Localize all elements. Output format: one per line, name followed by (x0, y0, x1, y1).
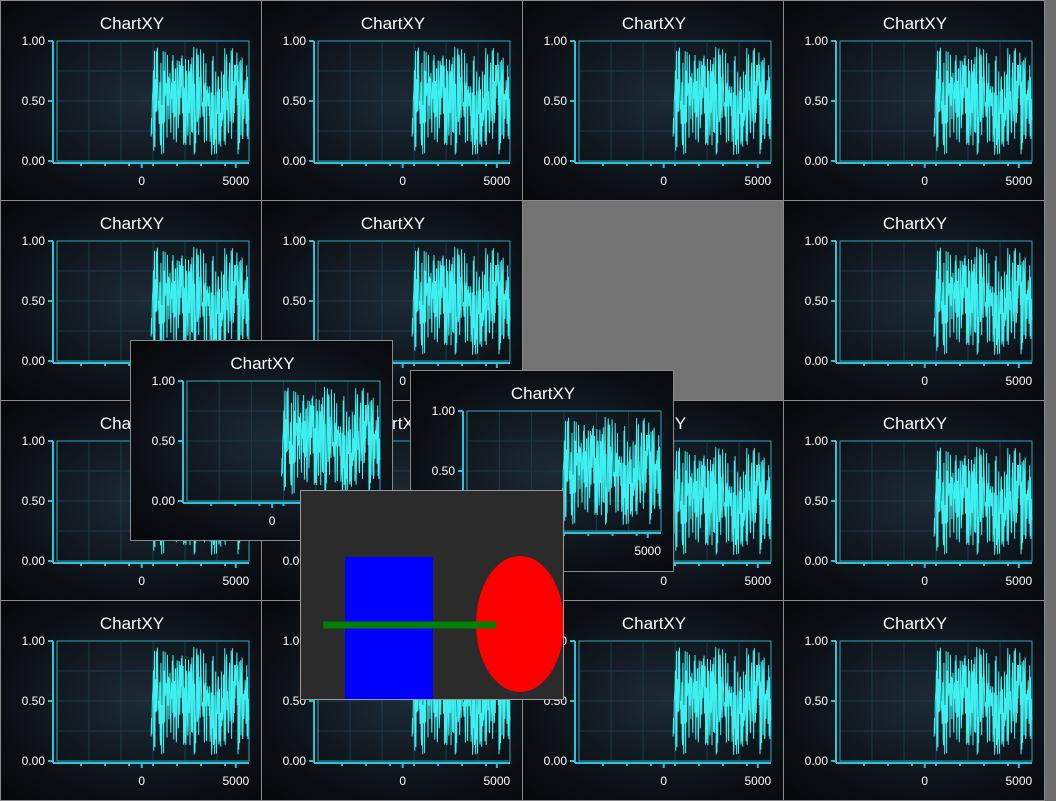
x-tick-label: 0 (399, 174, 406, 188)
chart-svg: ChartXY 0.00 0.50 1.00 0 5000 (805, 614, 1033, 788)
y-tick-label: 1.00 (283, 34, 307, 48)
y-tick-label: 0.50 (22, 294, 46, 308)
shapes-window[interactable] (300, 490, 564, 700)
chart-panel-r1-c3[interactable]: ChartXY 0.00 0.50 1.00 0 5000 (783, 200, 1045, 401)
chart-svg: ChartXY 0.00 0.50 1.00 0 5000 (22, 14, 250, 188)
x-tick-label: 5000 (744, 774, 771, 788)
y-tick-label: 1.00 (805, 434, 829, 448)
x-tick-label: 5000 (1005, 374, 1032, 388)
y-tick-label: 0.50 (544, 94, 568, 108)
y-tick-label: 0.00 (22, 154, 46, 168)
x-tick-label: 0 (921, 774, 928, 788)
chart-svg: ChartXY 0.00 0.50 1.00 0 5000 (283, 14, 511, 188)
x-tick-label: 0 (921, 374, 928, 388)
chart-title: ChartXY (883, 614, 947, 633)
y-tick-label: 0.00 (152, 494, 176, 508)
chart-svg: ChartXY 0.00 0.50 1.00 0 5000 (805, 214, 1033, 388)
y-tick-label: 1.00 (432, 404, 456, 418)
chart-title: ChartXY (100, 614, 164, 633)
x-tick-label: 5000 (744, 574, 771, 588)
y-tick-label: 1.00 (544, 34, 568, 48)
x-tick-label: 0 (921, 174, 928, 188)
y-tick-label: 0.00 (22, 354, 46, 368)
y-tick-label: 0.00 (805, 554, 829, 568)
y-tick-label: 1.00 (805, 234, 829, 248)
y-tick-label: 1.00 (22, 434, 46, 448)
x-tick-label: 5000 (222, 774, 249, 788)
chart-panel-r0-c1[interactable]: ChartXY 0.00 0.50 1.00 0 5000 (261, 0, 523, 201)
y-tick-label: 1.00 (283, 234, 307, 248)
x-tick-label: 0 (399, 374, 406, 388)
x-tick-label: 0 (660, 774, 667, 788)
chart-panel-r2-c3[interactable]: ChartXY 0.00 0.50 1.00 0 5000 (783, 400, 1045, 601)
y-tick-label: 0.00 (22, 754, 46, 768)
y-tick-label: 0.50 (22, 494, 46, 508)
chart-title: ChartXY (511, 384, 575, 403)
chart-title: ChartXY (883, 14, 947, 33)
y-tick-label: 0.00 (805, 754, 829, 768)
x-tick-label: 0 (660, 574, 667, 588)
y-tick-label: 0.00 (805, 154, 829, 168)
x-tick-label: 5000 (222, 574, 249, 588)
y-tick-label: 1.00 (22, 34, 46, 48)
chart-title: ChartXY (361, 214, 425, 233)
x-tick-label: 5000 (483, 774, 510, 788)
y-tick-label: 0.00 (544, 754, 568, 768)
y-tick-label: 0.50 (152, 434, 176, 448)
y-tick-label: 1.00 (22, 634, 46, 648)
y-tick-label: 0.50 (805, 294, 829, 308)
y-tick-label: 1.00 (152, 374, 176, 388)
chart-title: ChartXY (622, 614, 686, 633)
chart-title: ChartXY (100, 14, 164, 33)
x-tick-label: 0 (138, 774, 145, 788)
y-tick-label: 0.00 (805, 354, 829, 368)
x-tick-label: 0 (660, 174, 667, 188)
y-tick-label: 0.50 (283, 94, 307, 108)
chart-panel-r0-c2[interactable]: ChartXY 0.00 0.50 1.00 0 5000 (522, 0, 784, 201)
x-tick-label: 5000 (634, 544, 661, 558)
x-tick-label: 5000 (1005, 774, 1032, 788)
y-tick-label: 0.50 (432, 464, 456, 478)
chart-panel-r0-c3[interactable]: ChartXY 0.00 0.50 1.00 0 5000 (783, 0, 1045, 201)
x-tick-label: 5000 (222, 174, 249, 188)
y-tick-label: 0.00 (22, 554, 46, 568)
y-tick-label: 0.50 (22, 694, 46, 708)
x-tick-label: 5000 (483, 174, 510, 188)
y-tick-label: 1.00 (805, 634, 829, 648)
x-tick-label: 0 (921, 574, 928, 588)
y-tick-label: 1.00 (805, 34, 829, 48)
chart-title: ChartXY (883, 214, 947, 233)
x-tick-label: 0 (138, 174, 145, 188)
chart-svg: ChartXY 0.00 0.50 1.00 0 5000 (805, 14, 1033, 188)
chart-panel-r0-c0[interactable]: ChartXY 0.00 0.50 1.00 0 5000 (0, 0, 262, 201)
chart-svg: ChartXY 0.00 0.50 1.00 0 5000 (22, 614, 250, 788)
x-tick-label: 0 (399, 774, 406, 788)
chart-title: ChartXY (361, 14, 425, 33)
y-tick-label: 1.00 (22, 234, 46, 248)
y-tick-label: 0.00 (283, 754, 307, 768)
shapes-canvas (323, 556, 563, 699)
x-tick-label: 5000 (1005, 174, 1032, 188)
x-tick-label: 0 (138, 574, 145, 588)
chart-title: ChartXY (230, 354, 294, 373)
x-tick-label: 0 (269, 514, 276, 528)
chart-title: ChartXY (100, 214, 164, 233)
y-tick-label: 0.50 (805, 694, 829, 708)
chart-title: ChartXY (883, 414, 947, 433)
chart-panel-r3-c0[interactable]: ChartXY 0.00 0.50 1.00 0 5000 (0, 600, 262, 801)
y-tick-label: 0.00 (283, 154, 307, 168)
y-tick-label: 0.50 (805, 494, 829, 508)
chart-panel-r3-c3[interactable]: ChartXY 0.00 0.50 1.00 0 5000 (783, 600, 1045, 801)
chart-svg: ChartXY 0.00 0.50 1.00 0 5000 (544, 14, 772, 188)
y-tick-label: 0.50 (805, 94, 829, 108)
y-tick-label: 0.50 (283, 294, 307, 308)
chart-svg: ChartXY 0.00 0.50 1.00 0 5000 (805, 414, 1033, 588)
chart-title: ChartXY (622, 14, 686, 33)
y-tick-label: 0.50 (22, 94, 46, 108)
y-tick-label: 0.00 (544, 154, 568, 168)
x-tick-label: 5000 (1005, 574, 1032, 588)
x-tick-label: 5000 (744, 174, 771, 188)
